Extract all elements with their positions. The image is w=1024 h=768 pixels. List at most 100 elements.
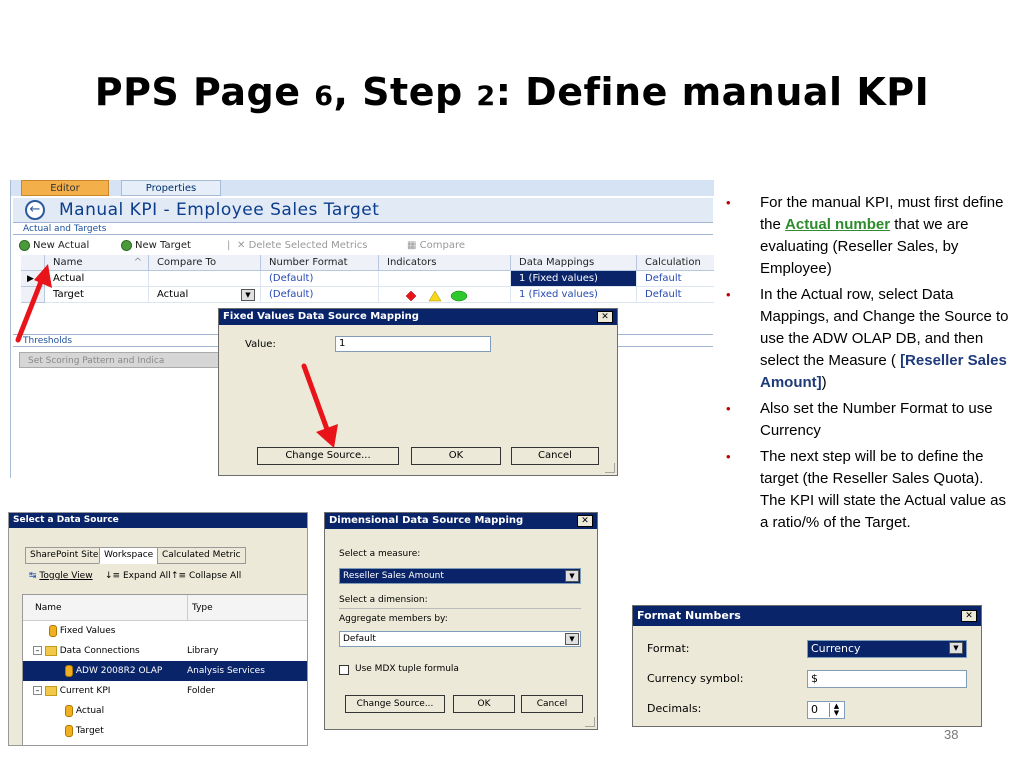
compare-icon: ▦ xyxy=(407,240,420,251)
list-item[interactable]: – Current KPI Folder xyxy=(23,681,307,701)
column-header-type[interactable]: Type xyxy=(187,595,213,621)
collapse-all-icon: ↑≡ xyxy=(171,571,189,581)
value-input[interactable]: 1 xyxy=(335,336,491,352)
set-scoring-pattern-button[interactable]: Set Scoring Pattern and Indica xyxy=(19,352,235,368)
tab-sharepoint-site[interactable]: SharePoint Site xyxy=(25,547,104,564)
compare-button[interactable]: ▦ Compare xyxy=(407,238,465,254)
bullet-list: For the manual KPI, must first define th… xyxy=(722,192,1012,538)
metrics-toolbar: New Actual New Target | ✕ Delete Selecte… xyxy=(13,238,713,254)
aggregate-dropdown-button[interactable]: ▼ xyxy=(565,633,579,645)
close-icon[interactable]: ✕ xyxy=(961,610,977,622)
currency-symbol-label: Currency symbol: xyxy=(647,672,744,685)
kpi-title: Manual KPI - Employee Sales Target xyxy=(59,200,380,220)
bullet-item: For the manual KPI, must first define th… xyxy=(722,192,1012,280)
column-header-compare-to[interactable]: Compare To xyxy=(149,255,261,271)
column-header-indicators[interactable]: Indicators xyxy=(379,255,511,271)
actual-compare-cell[interactable] xyxy=(149,271,261,287)
list-item[interactable]: Target xyxy=(23,721,307,741)
delete-label: Delete Selected Metrics xyxy=(248,240,368,251)
red-arrow-icon xyxy=(15,264,52,343)
target-calculation-link[interactable]: Default xyxy=(637,287,714,303)
bullet-item: The next step will be to define the targ… xyxy=(722,446,1012,534)
list-header: Name Type xyxy=(23,595,307,621)
page-number: 38 xyxy=(944,727,959,742)
folder-icon xyxy=(44,685,57,696)
list-item-selected[interactable]: ADW 2008R2 OLAP Analysis Services xyxy=(23,661,307,681)
list-item[interactable]: Fixed Values xyxy=(23,621,307,641)
close-icon[interactable]: ✕ xyxy=(597,311,613,323)
toggle-view-button[interactable]: ↹ Toggle View xyxy=(29,571,93,581)
cancel-button[interactable]: Cancel xyxy=(511,447,599,465)
database-icon xyxy=(49,624,57,637)
new-actual-label: New Actual xyxy=(33,240,90,251)
fixed-values-dialog-title: Fixed Values Data Source Mapping xyxy=(219,309,617,325)
select-data-source-title: Select a Data Source xyxy=(9,513,307,528)
aggregate-label: Aggregate members by: xyxy=(339,614,448,624)
target-name-cell[interactable]: Target xyxy=(45,287,149,303)
measure-select[interactable]: Reseller Sales Amount xyxy=(339,568,581,584)
slide-title: PPS Page 6, Step 2: Define manual KPI xyxy=(0,70,1024,114)
change-source-button[interactable]: Change Source... xyxy=(345,695,445,713)
currency-symbol-input[interactable]: $ xyxy=(807,670,967,688)
editor-tab-bar xyxy=(11,180,714,196)
collapse-toggle-icon[interactable]: – xyxy=(33,646,42,655)
select-measure-label: Select a measure: xyxy=(339,549,421,559)
title-page-number: 6 xyxy=(314,81,334,112)
format-label: Format: xyxy=(647,642,690,655)
use-mdx-checkbox[interactable] xyxy=(339,665,349,675)
ok-button[interactable]: OK xyxy=(453,695,515,713)
aggregate-select[interactable]: Default xyxy=(339,631,581,647)
stepper-arrows-icon[interactable]: ▲ ▼ xyxy=(829,703,843,717)
column-header-data-mappings[interactable]: Data Mappings xyxy=(511,255,637,271)
target-data-mappings-link[interactable]: 1 (Fixed values) xyxy=(511,287,637,303)
new-actual-button[interactable]: New Actual xyxy=(19,238,89,254)
resize-grip-icon[interactable] xyxy=(605,463,615,473)
collapse-toggle-icon[interactable]: – xyxy=(33,686,42,695)
actual-number-link[interactable]: Actual number xyxy=(785,216,890,233)
tab-calculated-metric[interactable]: Calculated Metric xyxy=(157,547,246,564)
column-header-name[interactable]: Name ^ xyxy=(45,255,149,271)
compare-to-dropdown-button[interactable]: ▼ xyxy=(241,289,255,301)
format-numbers-dialog: Format Numbers ✕ Format: Currency ▼ Curr… xyxy=(632,605,982,727)
divider xyxy=(339,608,581,609)
folder-icon xyxy=(44,645,57,656)
new-target-button[interactable]: New Target xyxy=(121,238,191,254)
actual-calculation-link[interactable]: Default xyxy=(637,271,714,287)
actual-name-cell[interactable]: Actual xyxy=(45,271,149,287)
column-header-number-format[interactable]: Number Format xyxy=(261,255,379,271)
title-part: PPS Page xyxy=(94,70,315,114)
resize-grip-icon[interactable] xyxy=(585,717,595,727)
list-item[interactable]: Actual xyxy=(23,701,307,721)
expand-all-button[interactable]: ↓≡ Expand All xyxy=(105,571,171,581)
target-number-format-link[interactable]: (Default) xyxy=(261,287,379,303)
expand-all-icon: ↓≡ xyxy=(105,571,123,581)
actual-data-mappings-link[interactable]: 1 (Fixed values) xyxy=(511,271,637,287)
collapse-all-button[interactable]: ↑≡ Collapse All xyxy=(171,571,241,581)
target-compare-value: Actual xyxy=(157,289,189,300)
column-header-calculation[interactable]: Calculation xyxy=(637,255,714,271)
close-icon[interactable]: ✕ xyxy=(577,515,593,527)
measure-dropdown-button[interactable]: ▼ xyxy=(565,570,579,582)
tab-editor[interactable]: Editor xyxy=(21,180,109,196)
toggle-view-icon: ↹ xyxy=(29,571,40,581)
format-select[interactable]: Currency xyxy=(807,640,967,658)
list-item[interactable]: – Data Connections Library xyxy=(23,641,307,661)
title-part: , Step xyxy=(333,70,477,114)
ok-button[interactable]: OK xyxy=(411,447,501,465)
dimensional-mapping-title: Dimensional Data Source Mapping xyxy=(325,513,597,529)
delete-selected-button[interactable]: ✕ Delete Selected Metrics xyxy=(237,238,367,254)
value-label: Value: xyxy=(245,339,276,350)
format-dropdown-button[interactable]: ▼ xyxy=(949,642,963,654)
toolbar-separator: | xyxy=(227,240,231,251)
tab-workspace[interactable]: Workspace xyxy=(99,547,159,564)
column-header-name[interactable]: Name xyxy=(35,595,62,621)
title-part: : Define manual KPI xyxy=(495,70,930,114)
actual-number-format-link[interactable]: (Default) xyxy=(261,271,379,287)
tab-properties[interactable]: Properties xyxy=(121,180,221,196)
back-arrow-icon[interactable]: ← xyxy=(25,200,45,220)
actual-indicators-cell[interactable] xyxy=(379,271,511,287)
new-target-label: New Target xyxy=(135,240,191,251)
use-mdx-label: Use MDX tuple formula xyxy=(355,664,459,674)
cancel-button[interactable]: Cancel xyxy=(521,695,583,713)
dimensional-mapping-dialog: Dimensional Data Source Mapping ✕ Select… xyxy=(324,512,598,730)
